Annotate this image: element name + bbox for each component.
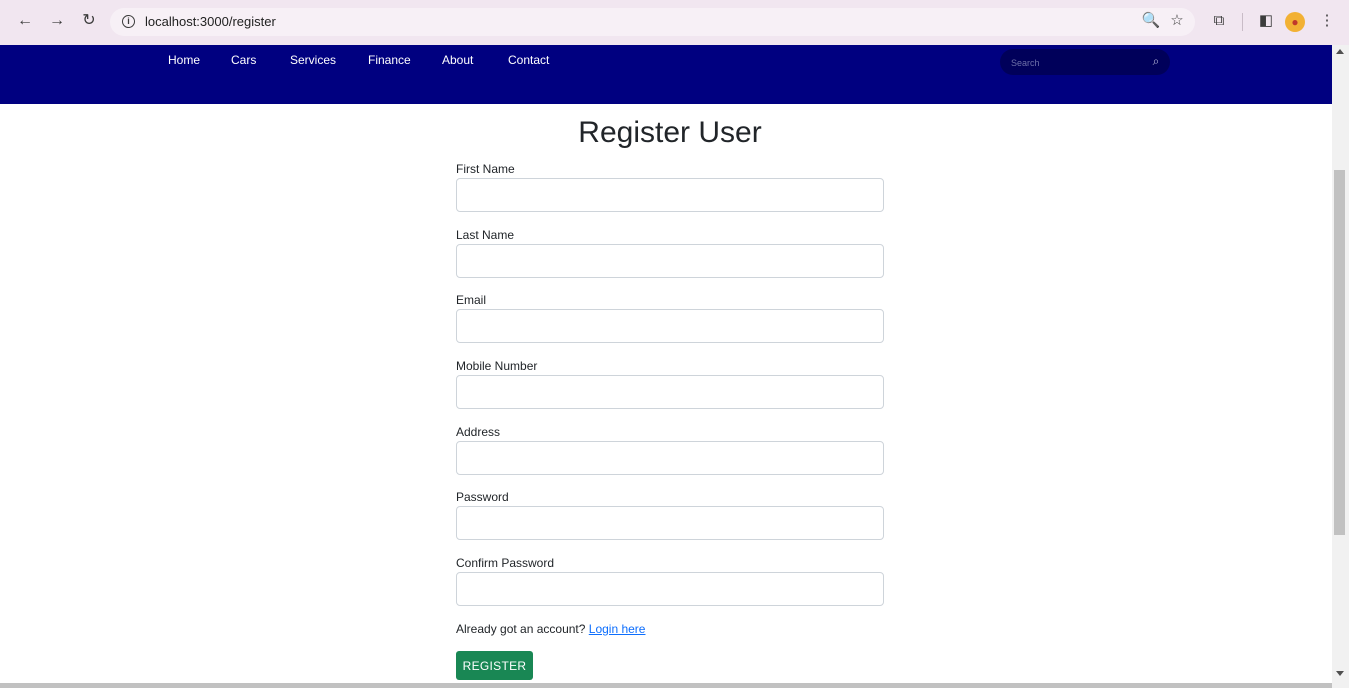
first-name-label: First Name: [456, 162, 515, 176]
first-name-input[interactable]: [456, 178, 884, 212]
login-prompt-text: Already got an account?: [456, 622, 586, 636]
email-input[interactable]: [456, 309, 884, 343]
url-text: localhost:3000/register: [145, 14, 276, 29]
password-input[interactable]: [456, 506, 884, 540]
toolbar-divider: [1242, 13, 1243, 31]
extensions-icon[interactable]: ⧉: [1208, 10, 1230, 32]
site-navbar: Home Cars Services Finance About Contact…: [0, 45, 1332, 104]
horizontal-scrollbar[interactable]: [0, 683, 1332, 688]
confirm-password-label: Confirm Password: [456, 556, 555, 570]
address-input[interactable]: [456, 441, 884, 475]
last-name-label: Last Name: [456, 228, 515, 242]
mobile-number-input[interactable]: [456, 375, 884, 409]
nav-link-services[interactable]: Services: [290, 53, 336, 67]
browser-toolbar: ← → ↻ i localhost:3000/register 🔍 ☆ ⧉ ◧ …: [0, 0, 1349, 45]
forward-arrow-icon[interactable]: →: [46, 10, 68, 32]
address-bar[interactable]: i localhost:3000/register: [110, 8, 1195, 36]
address-label: Address: [456, 425, 501, 439]
nav-link-cars[interactable]: Cars: [231, 53, 256, 67]
login-prompt: Already got an account? Login here: [456, 622, 645, 636]
zoom-icon[interactable]: 🔍: [1140, 10, 1162, 32]
last-name-input[interactable]: [456, 244, 884, 278]
nav-link-home[interactable]: Home: [168, 53, 200, 67]
nav-link-finance[interactable]: Finance: [368, 53, 411, 67]
register-button[interactable]: REGISTER: [456, 651, 533, 680]
vertical-scrollbar[interactable]: [1332, 45, 1349, 688]
search-input[interactable]: [1009, 53, 1143, 73]
nav-link-about[interactable]: About: [442, 53, 473, 67]
password-label: Password: [456, 490, 509, 504]
browser-menu-icon[interactable]: ⋮: [1316, 10, 1338, 32]
mobile-number-label: Mobile Number: [456, 359, 538, 373]
scroll-down-arrow-icon[interactable]: [1336, 671, 1344, 676]
scroll-up-arrow-icon[interactable]: [1336, 49, 1344, 54]
side-panel-icon[interactable]: ◧: [1255, 10, 1277, 32]
search-icon[interactable]: ⌕: [1148, 53, 1164, 69]
site-info-icon[interactable]: i: [122, 15, 135, 28]
search-box: ⌕: [1000, 49, 1170, 75]
back-arrow-icon[interactable]: ←: [14, 10, 36, 32]
profile-avatar-icon[interactable]: ●: [1285, 12, 1305, 32]
confirm-password-input[interactable]: [456, 572, 884, 606]
page-title: Register User: [578, 116, 762, 149]
nav-link-contact[interactable]: Contact: [508, 53, 549, 67]
reload-icon[interactable]: ↻: [78, 10, 100, 32]
bookmark-star-icon[interactable]: ☆: [1166, 10, 1188, 32]
email-label: Email: [456, 293, 487, 307]
login-link[interactable]: Login here: [589, 622, 646, 636]
scrollbar-thumb[interactable]: [1334, 170, 1345, 535]
